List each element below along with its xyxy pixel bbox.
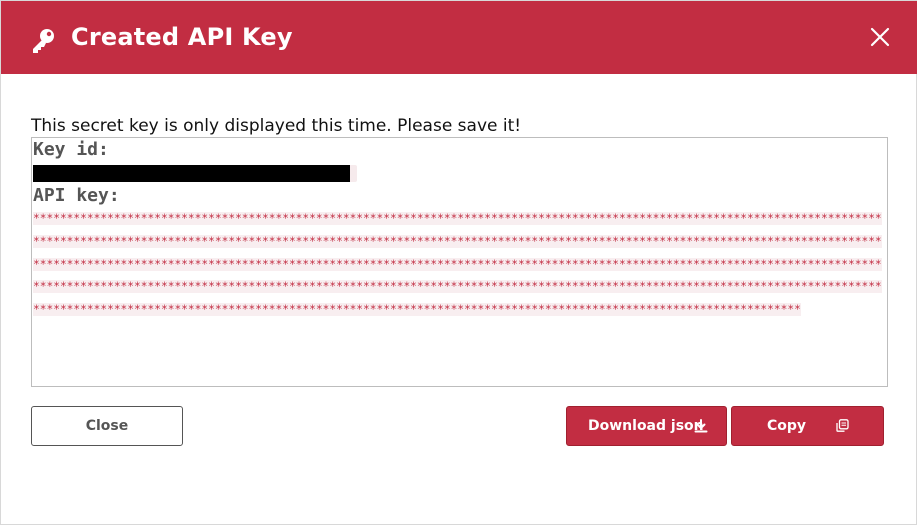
key-output-box[interactable]: Key id: API key: ***********************… bbox=[31, 137, 888, 387]
key-id-label: Key id: bbox=[33, 139, 109, 160]
key-id-value[interactable] bbox=[33, 165, 357, 182]
download-json-button[interactable]: Download json bbox=[566, 406, 727, 446]
api-key-value[interactable]: ****************************************… bbox=[33, 208, 885, 322]
download-button-label: Download json bbox=[588, 418, 704, 434]
close-button[interactable]: Close bbox=[31, 406, 183, 446]
key-id-redaction bbox=[33, 165, 350, 182]
close-button-label: Close bbox=[85, 418, 129, 434]
api-key-label: API key: bbox=[33, 185, 120, 206]
download-icon bbox=[694, 419, 708, 433]
dialog-header: Created API Key bbox=[1, 1, 917, 74]
dialog-title: Created API Key bbox=[71, 23, 293, 51]
save-warning-message: This secret key is only displayed this t… bbox=[31, 116, 522, 136]
copy-button-label: Copy bbox=[767, 418, 807, 434]
key-icon bbox=[33, 29, 54, 53]
api-key-dialog: Created API Key This secret key is only … bbox=[0, 0, 917, 525]
api-key-text: ****************************************… bbox=[33, 212, 882, 317]
copy-icon bbox=[836, 419, 849, 432]
close-icon[interactable] bbox=[868, 25, 892, 49]
copy-button[interactable]: Copy bbox=[731, 406, 884, 446]
